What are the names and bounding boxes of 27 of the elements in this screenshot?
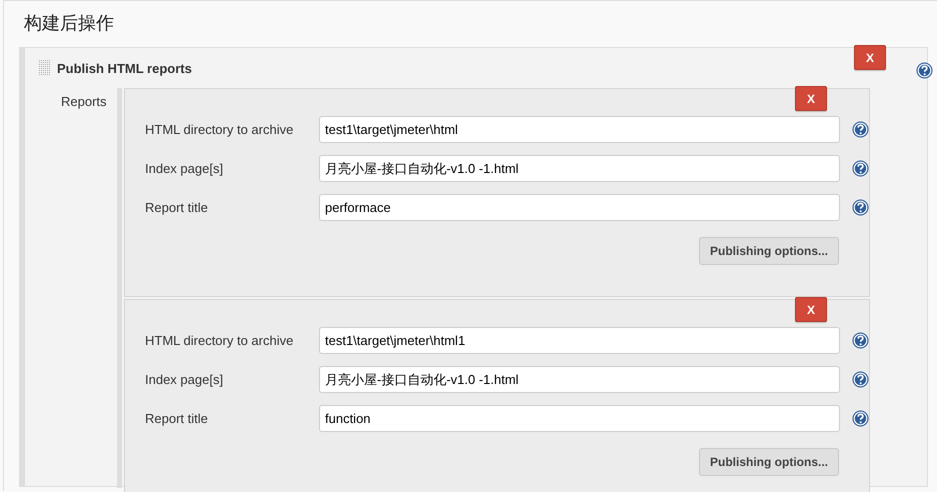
section-title: 构建后操作 — [23, 12, 114, 36]
help-icon[interactable] — [852, 371, 869, 388]
field-label: HTML directory to archive — [145, 122, 294, 137]
input-field[interactable]: function — [319, 405, 840, 432]
input-field[interactable]: 月亮小屋-接口自动化-v1.0 -1.html — [319, 155, 840, 182]
field-label: Report title — [145, 411, 209, 426]
help-icon[interactable] — [852, 121, 869, 138]
field-label: HTML directory to archive — [145, 333, 294, 348]
delete-button[interactable]: X — [854, 45, 886, 70]
help-icon[interactable] — [852, 332, 869, 349]
input-field[interactable]: test1\target\jmeter\html — [319, 116, 840, 143]
field-label: Index page[s] — [145, 161, 224, 176]
publishing-options-button[interactable]: Publishing options... — [699, 448, 839, 476]
field-label: Report title — [145, 200, 209, 215]
input-field[interactable]: test1\target\jmeter\html1 — [319, 327, 840, 354]
help-icon[interactable] — [852, 160, 869, 177]
input-field[interactable]: performace — [319, 194, 840, 221]
reports-label: Reports — [61, 94, 107, 109]
help-icon[interactable] — [916, 62, 933, 79]
input-field[interactable]: 月亮小屋-接口自动化-v1.0 -1.html — [319, 366, 840, 393]
publishing-options-button[interactable]: Publishing options... — [699, 237, 839, 265]
delete-button[interactable]: X — [795, 86, 827, 111]
field-label: Index page[s] — [145, 372, 224, 387]
help-icon[interactable] — [852, 410, 869, 427]
help-icon[interactable] — [852, 199, 869, 216]
delete-button[interactable]: X — [795, 297, 827, 322]
step-title: Publish HTML reports — [57, 60, 192, 76]
